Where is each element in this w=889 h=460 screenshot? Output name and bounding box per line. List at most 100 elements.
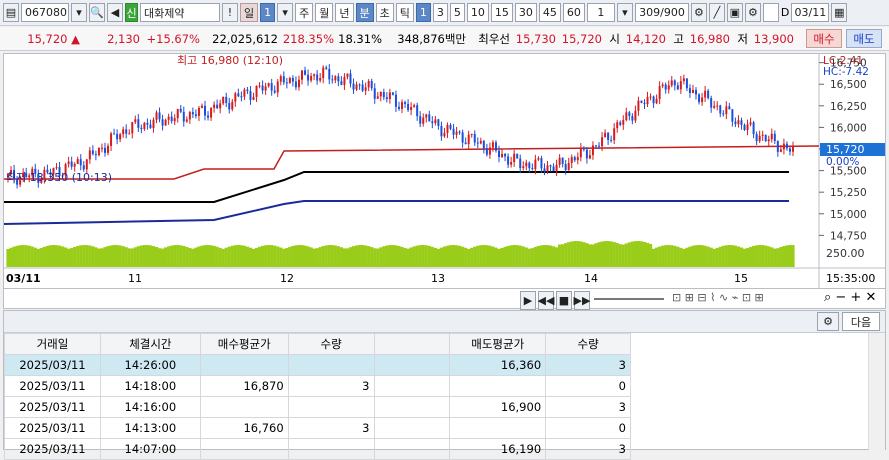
minute-5[interactable]: 5 (449, 3, 465, 22)
candle-body (107, 145, 110, 153)
interval-dropdown-icon[interactable]: ▾ (616, 3, 633, 22)
period-second[interactable]: 초 (375, 3, 394, 22)
period-month[interactable]: 월 (315, 3, 334, 22)
calendar-icon[interactable]: ▦ (831, 3, 848, 22)
volume-bar (412, 246, 416, 267)
candle-body (491, 142, 494, 148)
volume-bar (473, 246, 477, 267)
sell-button[interactable]: 매도 (846, 29, 882, 48)
table-row[interactable]: 2025/03/11 14:18:00 16,870 3 0 (4, 375, 631, 397)
candle-body (225, 96, 228, 103)
period-minute[interactable]: 분 (355, 3, 374, 22)
count-display[interactable]: 309/900 (634, 3, 689, 22)
search-icon[interactable]: 🔍 (89, 3, 105, 22)
period-week[interactable]: 주 (295, 3, 314, 22)
low-label: 저 (737, 31, 748, 46)
period-year[interactable]: 년 (335, 3, 354, 22)
candle-body (258, 85, 261, 87)
volume-bar (221, 248, 225, 267)
settings-gear-icon[interactable]: ⚙ (817, 312, 839, 331)
trend-icon[interactable]: ╱ (708, 3, 725, 22)
table-row[interactable]: 2025/03/11 14:16:00 16,900 3 (4, 396, 631, 418)
volume-bar (745, 248, 750, 267)
stop-icon[interactable]: ■ (556, 291, 572, 310)
candle-body (537, 158, 540, 160)
save-icon[interactable]: ▣ (726, 3, 743, 22)
zoom-buttons[interactable]: ⌕ − + ✕ (824, 290, 876, 305)
drawing-tools[interactable]: ⊡ ⊞ ⊟ ⌇ ∿ ⌁ ⊡ ⊞ (672, 291, 764, 304)
candle-body (707, 90, 710, 99)
minute-30[interactable]: 30 (514, 3, 537, 22)
volume-bar (151, 246, 156, 267)
candle-body (437, 119, 440, 126)
price-chart[interactable]: 최고 16,980 (12:10) 최저 13,350 (10:13) LC:2… (3, 53, 886, 289)
volume-bar (21, 245, 25, 267)
volume-bar (254, 247, 259, 267)
volume-bar (248, 247, 253, 267)
candle-body (601, 137, 604, 147)
buy-button[interactable]: 매수 (806, 29, 842, 48)
chart-settings-icon[interactable]: ⚙ (690, 3, 707, 22)
zoom-slider[interactable] (594, 298, 664, 300)
candle-body (297, 79, 300, 88)
table-row[interactable]: 2025/03/11 14:13:00 16,760 3 0 (4, 417, 631, 439)
period-dropdown-icon[interactable]: ▾ (277, 3, 294, 22)
alert-button[interactable]: ! (222, 3, 238, 22)
volume-bar (260, 245, 265, 267)
volume-bar (179, 245, 183, 267)
candle-body (607, 132, 610, 140)
price-tick-label: 16,000 (830, 122, 867, 134)
candle-body (322, 67, 325, 79)
rewind-icon[interactable]: ◀◀ (538, 291, 554, 310)
volume-bar (39, 247, 43, 267)
low-price: 13,900 (753, 31, 794, 46)
minute-60[interactable]: 60 (562, 3, 585, 22)
scroll-right-icon[interactable]: ▶ (520, 291, 536, 310)
minute-10[interactable]: 10 (466, 3, 489, 22)
volume-bar (788, 245, 792, 267)
cell-buy-avg (199, 396, 289, 418)
candle-body (103, 147, 106, 153)
table-row[interactable]: 2025/03/11 14:07:00 16,190 3 (4, 438, 631, 460)
cell-buy-qty (287, 438, 375, 460)
cell-buy-avg (199, 354, 289, 376)
volume-bar (157, 248, 162, 267)
volume-bar (509, 245, 513, 267)
period-tick[interactable]: 틱 (395, 3, 414, 22)
volume-bar (500, 247, 504, 267)
menu-icon[interactable]: ▤ (3, 3, 19, 22)
volume-bar (561, 244, 565, 267)
candle-body (543, 168, 546, 172)
period-day-button[interactable]: 일 (240, 3, 259, 22)
candle-body (167, 116, 170, 120)
candle-body (773, 133, 776, 142)
next-button[interactable]: 다음 (842, 312, 880, 331)
date-checkbox[interactable] (762, 3, 779, 22)
speaker-icon[interactable]: ◀ (107, 3, 123, 22)
minute-1[interactable]: 1 (415, 3, 431, 22)
candle-body (164, 119, 167, 126)
volume-bar (388, 245, 392, 267)
volume-bar (645, 242, 650, 267)
cell-sell-qty: 3 (545, 354, 631, 376)
minute-3[interactable]: 3 (432, 3, 448, 22)
table-row[interactable]: 2025/03/11 14:26:00 16,360 3 (4, 354, 631, 376)
candle-body (194, 114, 197, 116)
minute-15[interactable]: 15 (490, 3, 513, 22)
stock-name[interactable]: 대화제약 (140, 3, 220, 22)
vertical-scrollbar[interactable] (868, 333, 885, 451)
candle-body (394, 94, 397, 107)
candle-body (704, 90, 707, 98)
volume-bar (397, 245, 401, 267)
dropdown-icon[interactable]: ▾ (71, 3, 87, 22)
gear-icon[interactable]: ⚙ (744, 3, 761, 22)
fast-forward-icon[interactable]: ▶▶ (574, 291, 590, 310)
stock-code-input[interactable]: 067080 (21, 3, 69, 22)
interval-select[interactable]: 1 (586, 3, 615, 22)
date-input[interactable]: 03/11 (791, 3, 830, 22)
candle-body (310, 76, 313, 81)
minute-45[interactable]: 45 (538, 3, 561, 22)
period-num-button[interactable]: 1 (260, 3, 276, 22)
change-pct: +15.67% (146, 31, 201, 46)
date-label-13: 13 (431, 272, 445, 285)
